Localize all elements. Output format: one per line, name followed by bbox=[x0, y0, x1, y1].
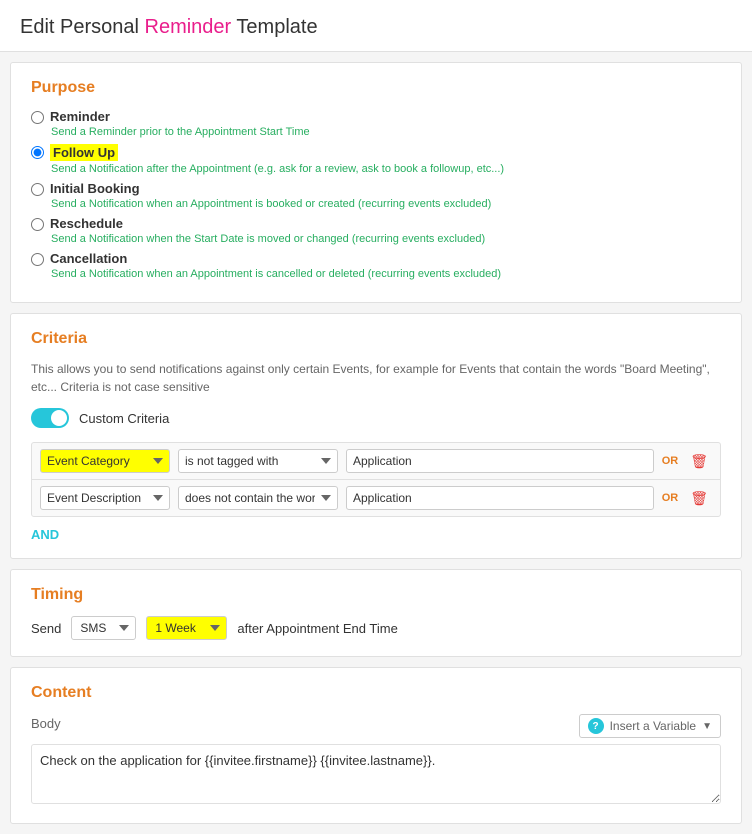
criteria-row-1: Event Category Event Description is not … bbox=[32, 443, 720, 480]
criteria-table: Event Category Event Description is not … bbox=[31, 442, 721, 517]
followup-radio[interactable] bbox=[31, 146, 44, 159]
reschedule-label[interactable]: Reschedule bbox=[50, 216, 123, 231]
duration-select[interactable]: 1 Day 2 Days 3 Days 1 Week 2 Weeks bbox=[146, 616, 227, 640]
followup-desc: Send a Notification after the Appointmen… bbox=[51, 163, 721, 175]
method-select[interactable]: SMS Email bbox=[71, 616, 136, 640]
initial-booking-radio[interactable] bbox=[31, 183, 44, 196]
initial-booking-desc: Send a Notification when an Appointment … bbox=[51, 198, 721, 210]
and-button[interactable]: AND bbox=[31, 527, 59, 542]
content-title: Content bbox=[31, 684, 721, 702]
reminder-option[interactable]: Reminder bbox=[31, 109, 721, 124]
page-title: Edit Personal Reminder Template bbox=[20, 16, 732, 39]
initial-booking-option[interactable]: Initial Booking bbox=[31, 181, 721, 196]
criteria-section: Criteria This allows you to send notific… bbox=[10, 313, 742, 559]
content-section: Content Body ? Insert a Variable ▼ Check… bbox=[10, 667, 742, 824]
title-part1: Edit Personal bbox=[20, 16, 145, 38]
criteria-operator-1[interactable]: is not tagged with is tagged with contai… bbox=[178, 449, 338, 473]
reschedule-option[interactable]: Reschedule bbox=[31, 216, 721, 231]
content-header: Body ? Insert a Variable ▼ bbox=[31, 714, 721, 738]
criteria-or-label-1: OR bbox=[662, 455, 679, 467]
initial-booking-label[interactable]: Initial Booking bbox=[50, 181, 140, 196]
criteria-delete-2[interactable]: 🗑 bbox=[686, 490, 712, 507]
insert-variable-dropdown[interactable]: ? Insert a Variable ▼ bbox=[579, 714, 721, 738]
criteria-or-label-2: OR bbox=[662, 492, 679, 504]
after-text: after Appointment End Time bbox=[237, 621, 397, 636]
criteria-title: Criteria bbox=[31, 330, 721, 348]
cancellation-desc: Send a Notification when an Appointment … bbox=[51, 268, 721, 280]
body-textarea[interactable]: Check on the application for {{invitee.f… bbox=[31, 744, 721, 804]
criteria-value-1[interactable] bbox=[346, 449, 654, 473]
criteria-operator-2[interactable]: does not contain the wor... contains is … bbox=[178, 486, 338, 510]
send-label: Send bbox=[31, 621, 61, 636]
insert-variable-label: Insert a Variable bbox=[610, 719, 697, 733]
criteria-field-1[interactable]: Event Category Event Description bbox=[40, 449, 170, 473]
reminder-label[interactable]: Reminder bbox=[50, 109, 110, 124]
followup-option[interactable]: Follow Up bbox=[31, 144, 721, 161]
purpose-title: Purpose bbox=[31, 79, 721, 97]
reschedule-radio[interactable] bbox=[31, 218, 44, 231]
page-header: Edit Personal Reminder Template bbox=[0, 0, 752, 52]
criteria-row-2: Event Description Event Category does no… bbox=[32, 480, 720, 516]
reminder-radio[interactable] bbox=[31, 111, 44, 124]
cancellation-option[interactable]: Cancellation bbox=[31, 251, 721, 266]
timing-row: Send SMS Email 1 Day 2 Days 3 Days 1 Wee… bbox=[31, 616, 721, 640]
custom-criteria-toggle[interactable] bbox=[31, 408, 69, 428]
title-highlight: Reminder bbox=[145, 16, 232, 38]
criteria-value-2[interactable] bbox=[346, 486, 654, 510]
custom-criteria-label: Custom Criteria bbox=[79, 411, 169, 426]
help-icon: ? bbox=[588, 718, 604, 734]
timing-section: Timing Send SMS Email 1 Day 2 Days 3 Day… bbox=[10, 569, 742, 657]
custom-criteria-toggle-row: Custom Criteria bbox=[31, 408, 721, 428]
chevron-down-icon: ▼ bbox=[702, 721, 712, 732]
reschedule-desc: Send a Notification when the Start Date … bbox=[51, 233, 721, 245]
cancellation-label[interactable]: Cancellation bbox=[50, 251, 127, 266]
criteria-field-2[interactable]: Event Description Event Category bbox=[40, 486, 170, 510]
criteria-description: This allows you to send notifications ag… bbox=[31, 360, 721, 396]
body-label: Body bbox=[31, 716, 61, 731]
followup-label[interactable]: Follow Up bbox=[50, 144, 118, 161]
reminder-desc: Send a Reminder prior to the Appointment… bbox=[51, 126, 721, 138]
timing-title: Timing bbox=[31, 586, 721, 604]
title-part2: Template bbox=[231, 16, 317, 38]
cancellation-radio[interactable] bbox=[31, 253, 44, 266]
purpose-section: Purpose Reminder Send a Reminder prior t… bbox=[10, 62, 742, 303]
criteria-delete-1[interactable]: 🗑 bbox=[686, 453, 712, 470]
